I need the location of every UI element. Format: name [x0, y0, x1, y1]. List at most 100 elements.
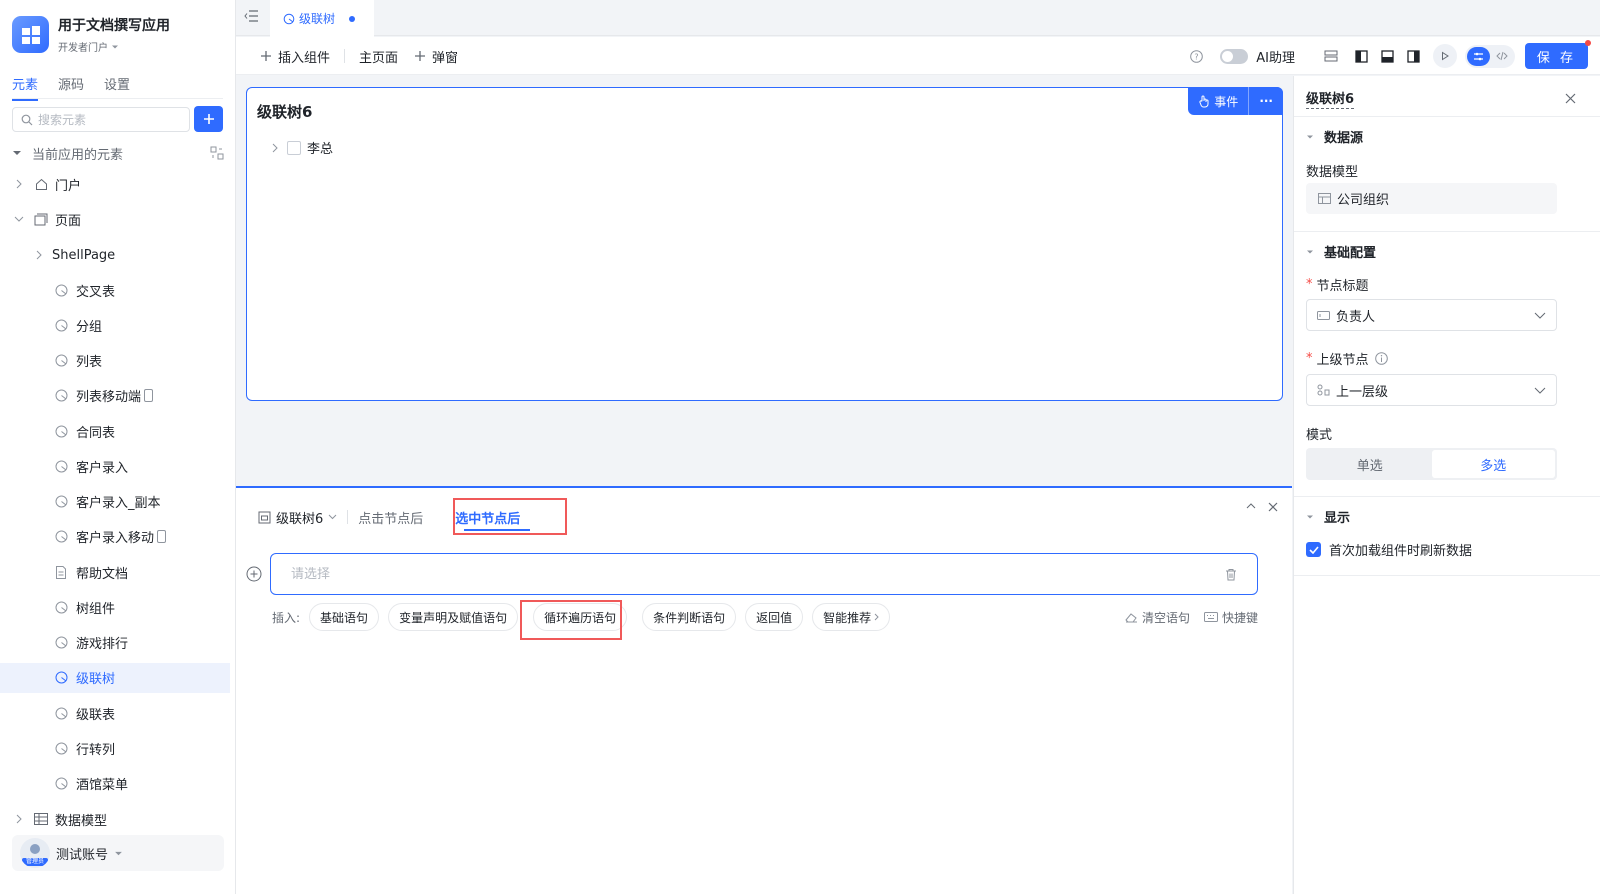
- chip-variable-statement[interactable]: 变量声明及赋值语句: [388, 603, 519, 631]
- left-panel-icon[interactable]: [1353, 48, 1369, 64]
- action-select: [270, 553, 1258, 595]
- locate-icon[interactable]: [210, 146, 224, 160]
- tab-cascade-tree[interactable]: 级联树: [270, 0, 374, 37]
- page-item[interactable]: 级联树: [0, 662, 230, 693]
- page-item[interactable]: 客户录入_副本: [0, 487, 230, 517]
- page-item[interactable]: 游戏排行: [0, 628, 230, 658]
- page-item[interactable]: 帮助文档: [0, 557, 230, 587]
- current-app-section[interactable]: 当前应用的元素: [12, 142, 224, 164]
- cascade-tree-component[interactable]: 级联树6 事件 ··· 李总: [246, 87, 1283, 401]
- tree-node[interactable]: 李总: [271, 138, 333, 157]
- chip-basic-statement[interactable]: 基础语句: [309, 603, 380, 631]
- visual-mode-icon[interactable]: [1467, 46, 1490, 66]
- page-item[interactable]: 客户录入: [0, 451, 230, 481]
- user-name: 测试账号: [56, 847, 109, 863]
- page-item[interactable]: 级联表: [0, 698, 230, 728]
- datasource-section[interactable]: 数据源: [1306, 127, 1363, 146]
- insert-label: 插入组件: [278, 50, 331, 66]
- insert-component-button[interactable]: 插入组件: [260, 47, 330, 66]
- chip-return-value[interactable]: 返回值: [745, 603, 804, 631]
- page-item[interactable]: 列表: [0, 346, 230, 376]
- collapse-up-icon[interactable]: [1246, 502, 1256, 509]
- trash-icon[interactable]: [1225, 568, 1237, 581]
- toolbar: 插入组件 主页面 弹窗 ? AI助理 保 存: [236, 37, 1600, 75]
- page-item[interactable]: 合同表: [0, 416, 230, 446]
- refresh-checkbox[interactable]: [1306, 542, 1321, 557]
- page-icon: [55, 777, 67, 790]
- chip-condition-statement[interactable]: 条件判断语句: [642, 603, 737, 631]
- basic-config-section[interactable]: 基础配置: [1306, 242, 1376, 261]
- clear-label: 清空语句: [1141, 610, 1190, 625]
- tab-settings[interactable]: 设置: [104, 74, 130, 101]
- shortcut-label: 快捷键: [1221, 610, 1258, 625]
- node-checkbox[interactable]: [287, 140, 301, 155]
- text-field-icon: [1317, 310, 1330, 320]
- page-item[interactable]: 酒馆菜单: [0, 769, 230, 799]
- mode-label: 模式: [1306, 424, 1332, 443]
- close-icon[interactable]: [1268, 502, 1278, 512]
- page-item[interactable]: 交叉表: [0, 275, 230, 305]
- chevron-right-icon: [16, 179, 22, 189]
- component-icon: [258, 511, 271, 523]
- plus-icon: [261, 51, 271, 61]
- collapse-sidebar-icon[interactable]: [244, 9, 260, 23]
- display-section[interactable]: 显示: [1306, 507, 1350, 526]
- popup-button[interactable]: 弹窗: [414, 47, 458, 66]
- page-item[interactable]: 分组: [0, 310, 230, 340]
- plus-icon: [203, 114, 214, 124]
- home-icon: [35, 178, 47, 190]
- ai-assistant-toggle[interactable]: [1220, 48, 1249, 64]
- chevron-right-icon[interactable]: [271, 143, 279, 153]
- page-item-label: 游戏排行: [76, 637, 129, 652]
- main-page-button[interactable]: 主页面: [359, 47, 398, 66]
- help-icon[interactable]: ?: [1188, 48, 1204, 64]
- page-item[interactable]: 列表移动端: [0, 381, 230, 411]
- tab-node-click[interactable]: 点击节点后: [358, 508, 423, 527]
- tab-source[interactable]: 源码: [58, 74, 84, 101]
- event-button[interactable]: 事件: [1188, 87, 1248, 115]
- chevron-down-icon: [328, 514, 337, 520]
- user-menu[interactable]: 管理员 测试账号: [12, 835, 224, 871]
- portal-switcher[interactable]: 开发者门户: [58, 39, 170, 54]
- select-value: 上一层级: [1336, 384, 1389, 400]
- parent-node-select[interactable]: 上一层级: [1306, 374, 1557, 406]
- chip-smart-recommend[interactable]: 智能推荐: [812, 603, 891, 631]
- component-selector[interactable]: 级联树6: [258, 508, 337, 527]
- tab-elements[interactable]: 元素: [12, 74, 39, 101]
- component-tab-label: 级联树6: [276, 511, 324, 527]
- mode-single-option[interactable]: 单选: [1308, 450, 1432, 478]
- tree-item-portal[interactable]: 门户: [0, 169, 230, 199]
- close-icon[interactable]: [1565, 93, 1576, 104]
- ai-assistant-label: AI助理: [1256, 50, 1295, 66]
- tree-item-shellpage[interactable]: ShellPage: [0, 240, 230, 270]
- info-icon[interactable]: [1374, 352, 1388, 365]
- action-select-input[interactable]: [291, 566, 1091, 582]
- page-item[interactable]: 树组件: [0, 592, 230, 622]
- tree-item-pages[interactable]: 页面: [0, 204, 230, 234]
- more-button[interactable]: ···: [1249, 87, 1283, 115]
- code-mode-icon[interactable]: [1490, 47, 1513, 66]
- app-title: 用于文档撰写应用: [58, 18, 170, 34]
- layout-icon[interactable]: [1323, 48, 1339, 64]
- tab-label: 点击节点后: [358, 511, 424, 527]
- shortcut-button[interactable]: 快捷键: [1203, 609, 1258, 626]
- search-input[interactable]: [38, 112, 178, 127]
- refresh-on-load-option[interactable]: 首次加载组件时刷新数据: [1306, 540, 1472, 559]
- bottom-panel-icon[interactable]: [1379, 48, 1395, 64]
- section-label: 当前应用的元素: [32, 147, 124, 163]
- node-title-select[interactable]: 负责人: [1306, 299, 1557, 331]
- preview-play-icon[interactable]: [1433, 44, 1457, 68]
- page-icon: [55, 671, 67, 684]
- page-item[interactable]: 客户录入移动: [0, 522, 230, 552]
- page-icon: [55, 389, 67, 402]
- add-element-button[interactable]: [194, 106, 223, 132]
- save-button[interactable]: 保 存: [1525, 40, 1591, 69]
- add-circle-icon[interactable]: [246, 566, 262, 582]
- mode-multi-option[interactable]: 多选: [1431, 450, 1555, 478]
- clear-statements-button[interactable]: 清空语句: [1125, 609, 1190, 626]
- tree-item-data-model[interactable]: 数据模型: [0, 804, 230, 834]
- caret-down-icon: [1307, 515, 1313, 518]
- right-panel-icon[interactable]: [1405, 48, 1421, 64]
- page-item[interactable]: 行转列: [0, 733, 230, 763]
- event-panel: 级联树6 点击节点后 选中节点后 插入: 基础语句 变量声明及赋值语句 循环遍历…: [236, 486, 1292, 894]
